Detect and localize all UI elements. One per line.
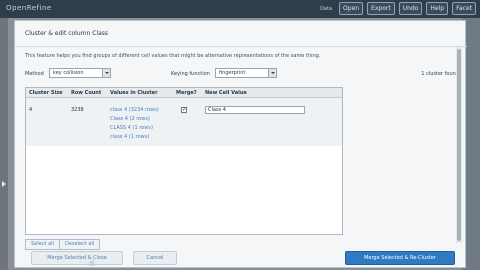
mouse-cursor-icon: ☝ (89, 259, 95, 269)
col-new-cell-value: New Cell Value (205, 90, 247, 96)
dialog-button-bar: Merge Selected & Close Cancel Merge Sele… (15, 251, 467, 269)
keying-function-select[interactable]: fingerprint (215, 68, 277, 78)
topbar-button-undo[interactable]: Undo (398, 2, 423, 15)
dialog-title: Cluster & edit column Class (25, 30, 108, 37)
left-panel-strip (0, 18, 8, 270)
cluster-size-cell: 4 (29, 107, 33, 113)
topbar-small-text: Data (320, 5, 333, 12)
table-footer: Select all Deselect all (25, 239, 343, 251)
method-value: key collision (53, 70, 84, 76)
title-divider (15, 46, 467, 47)
keying-function-label: Keying function (171, 71, 210, 77)
row-count-cell: 3238 (71, 107, 84, 113)
scrollbar-thumb[interactable] (457, 49, 461, 241)
dialog-description: This feature helps you find groups of di… (25, 53, 321, 59)
cluster-value-2[interactable]: Class 4 (2 rows) (110, 116, 150, 122)
cancel-button[interactable]: Cancel (133, 251, 177, 265)
chevron-down-icon (102, 69, 110, 77)
col-row-count[interactable]: Row Count (71, 90, 101, 96)
cluster-value-1[interactable]: class 4 (3234 rows) (110, 107, 159, 113)
deselect-all-button[interactable]: Deselect all (59, 239, 101, 250)
table-header: Cluster Size Row Count Values in Cluster… (26, 88, 342, 98)
app-logo: OpenRefine (6, 4, 52, 12)
merge-selected-recluster-button[interactable]: Merge Selected & Re-Cluster (345, 251, 455, 265)
dialog-scrollbar[interactable] (456, 47, 462, 243)
topbar-button-export[interactable]: Export (367, 2, 395, 15)
col-merge: Merge? (176, 90, 197, 96)
expand-arrow-icon[interactable] (2, 181, 6, 187)
cluster-value-3[interactable]: CLASS 4 (1 rows) (110, 125, 153, 131)
top-bar: OpenRefine Data Open Export Undo Help Fa… (0, 0, 480, 18)
chevron-down-icon (268, 69, 276, 77)
col-cluster-size[interactable]: Cluster Size (29, 90, 63, 96)
topbar-buttons: Data Open Export Undo Help Facet (320, 2, 476, 15)
select-all-button[interactable]: Select all (25, 239, 60, 250)
new-cell-value-input[interactable]: Class 4 (205, 106, 305, 114)
cluster-value-4[interactable]: class 4 (1 rows) (110, 134, 149, 140)
clusters-found: 1 cluster found (421, 71, 459, 77)
table-row: 4 3238 class 4 (3234 rows) Class 4 (2 ro… (26, 98, 342, 146)
topbar-button-open[interactable]: Open (339, 2, 364, 15)
method-select[interactable]: key collision (49, 68, 111, 78)
topbar-button-facet[interactable]: Facet (452, 2, 476, 15)
topbar-button-help[interactable]: Help (426, 2, 449, 15)
col-values-in-cluster: Values in Cluster (110, 90, 158, 96)
method-label: Method (25, 71, 44, 77)
options-row: Method key collision Keying function fin… (25, 68, 459, 80)
cluster-table: Cluster Size Row Count Values in Cluster… (25, 87, 343, 235)
keying-function-value: fingerprint (219, 70, 246, 76)
cluster-dialog: Cluster & edit column Class This feature… (14, 20, 467, 269)
merge-checkbox[interactable] (181, 106, 187, 113)
merge-selected-close-button[interactable]: Merge Selected & Close (31, 251, 123, 265)
